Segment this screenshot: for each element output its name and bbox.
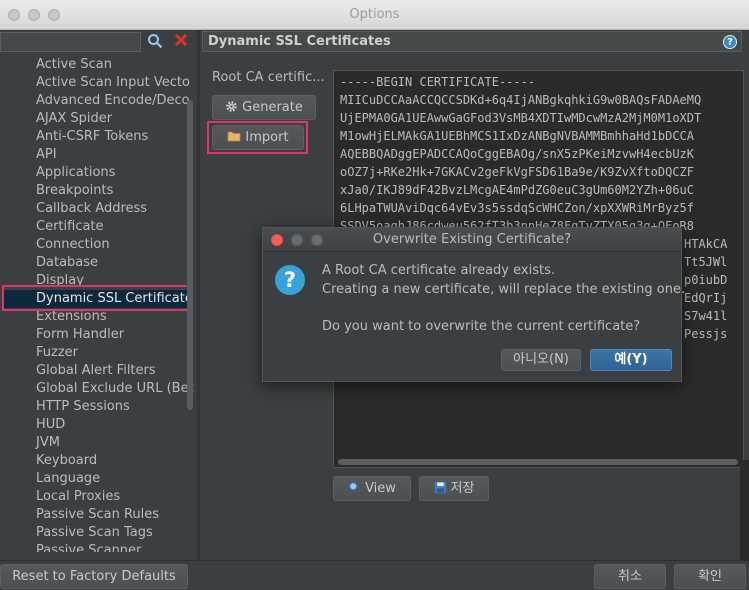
background-window-edge xyxy=(740,460,749,560)
save-label: 저장 xyxy=(450,481,475,496)
options-sidebar: Active Scan Active Scan Input Vecto Advanc… xyxy=(0,30,197,560)
sidebar-item[interactable]: HTTP Sessions xyxy=(36,398,130,416)
sidebar-item[interactable]: Active Scan xyxy=(36,56,112,74)
certificate-line: p0iubD xyxy=(684,273,728,287)
import-label: Import xyxy=(245,130,289,145)
selection-highlight-box xyxy=(2,285,190,311)
search-icon[interactable] xyxy=(146,33,164,51)
sidebar-item[interactable]: Callback Address xyxy=(36,200,147,218)
sidebar-item[interactable]: Active Scan Input Vecto xyxy=(36,74,190,92)
generate-label: Generate xyxy=(242,100,303,115)
dialog-message-line2: Creating a new certificate, will replace… xyxy=(322,282,686,297)
magnifier-icon xyxy=(348,477,361,500)
overwrite-dialog: Overwrite Existing Certificate? ? A Root… xyxy=(262,227,686,382)
certificate-line: oOZ7j+RKe2Hk+7GKACv2geFkVgFSD61Ba9e/K9Zv… xyxy=(340,165,695,179)
dialog-title: Overwrite Existing Certificate? xyxy=(372,232,572,247)
certificate-line: S7w41l xyxy=(684,309,728,323)
certificate-line: AQEBBQADggEPADCCAQoCggEBAOg/snX5zPKeiMzv… xyxy=(340,147,695,161)
sidebar-item[interactable]: JVM xyxy=(36,434,60,452)
sidebar-item[interactable]: Applications xyxy=(36,164,115,182)
certificate-line: HTAkCA xyxy=(684,237,728,251)
certificate-line: xJa0/IKJ89dF42BvzLMcgAE4mPdZG0euC3gUm60M… xyxy=(340,183,695,197)
save-button[interactable]: 저장 xyxy=(419,476,489,501)
no-button[interactable]: 아니오(N) xyxy=(501,349,581,371)
reset-defaults-button[interactable]: Reset to Factory Defaults xyxy=(0,564,188,589)
certificate-line: MIICuDCCAaACCQCCSDKd+6q4IjANBgkqhkiG9w0B… xyxy=(340,93,702,107)
sidebar-item[interactable]: Passive Scan Tags xyxy=(36,524,153,542)
sidebar-item[interactable]: Anti-CSRF Tokens xyxy=(36,128,148,146)
import-button[interactable]: Import xyxy=(212,125,304,150)
sidebar-item[interactable]: Breakpoints xyxy=(36,182,113,200)
certificate-line: M1owHjELMAkGA1UEBhMCS1IxDzANBgNVBAMMBmhh… xyxy=(340,129,695,143)
save-icon xyxy=(434,477,447,500)
sidebar-item[interactable]: Local Proxies xyxy=(36,488,120,506)
question-icon: ? xyxy=(275,265,305,295)
sidebar-item[interactable]: Passive Scan Rules xyxy=(36,506,159,524)
root-ca-label: Root CA certific... xyxy=(212,70,325,85)
sidebar-item[interactable]: Form Handler xyxy=(36,326,124,344)
certificate-line: EdQrIj xyxy=(684,291,728,305)
help-icon[interactable]: ? xyxy=(723,35,737,49)
view-button[interactable]: View xyxy=(333,476,411,501)
sidebar-item[interactable]: Passive Scanner xyxy=(36,542,141,552)
certificate-line: -----BEGIN CERTIFICATE----- xyxy=(340,75,536,89)
certificate-line: Pessjs xyxy=(684,327,728,341)
panel-header: Dynamic SSL Certificates ? xyxy=(202,31,742,52)
sidebar-item[interactable]: API xyxy=(36,146,57,164)
sidebar-item[interactable]: Global Alert Filters xyxy=(36,362,156,380)
sidebar-item[interactable]: Database xyxy=(36,254,98,272)
window-title: Options xyxy=(349,7,400,22)
sidebar-scrollbar[interactable] xyxy=(187,100,193,410)
cancel-button[interactable]: 취소 xyxy=(594,564,666,589)
gear-icon xyxy=(225,96,238,119)
sidebar-item[interactable]: Advanced Encode/Deco xyxy=(36,92,190,110)
folder-icon xyxy=(227,126,241,149)
sidebar-item[interactable]: Fuzzer xyxy=(36,344,78,362)
certificate-hscrollbar[interactable] xyxy=(338,459,738,465)
panel-title: Dynamic SSL Certificates xyxy=(208,34,391,49)
certificate-line: UjEPMA0GA1UEAwwGaGFod3VsMB4XDTIwMDcwMzA2… xyxy=(340,111,702,125)
sidebar-item[interactable]: HUD xyxy=(36,416,65,434)
certificate-line: 6LHpaTWUAviDqc64vEv3s5ssdqScWHCZon/xpXXW… xyxy=(340,201,695,215)
close-icon[interactable] xyxy=(172,32,190,52)
search-input[interactable] xyxy=(0,32,141,52)
view-label: View xyxy=(365,481,396,496)
sidebar-item[interactable]: Language xyxy=(36,470,100,488)
sidebar-item[interactable]: AJAX Spider xyxy=(36,110,112,128)
sidebar-item[interactable]: Connection xyxy=(36,236,110,254)
yes-button[interactable]: 예(Y) xyxy=(590,349,672,371)
generate-button[interactable]: Generate xyxy=(212,95,316,120)
sidebar-item[interactable]: Global Exclude URL (Bet xyxy=(36,380,194,398)
dialog-question: Do you want to overwrite the current cer… xyxy=(322,319,641,334)
dialog-message-line1: A Root CA certificate already exists. xyxy=(322,263,555,278)
certificate-line: Tt5JWl xyxy=(684,255,728,269)
window-titlebar: Options xyxy=(0,0,749,30)
dialog-titlebar: Overwrite Existing Certificate? xyxy=(263,228,681,252)
sidebar-item[interactable]: Keyboard xyxy=(36,452,97,470)
ok-button[interactable]: 확인 xyxy=(674,564,746,589)
sidebar-search xyxy=(0,30,197,55)
bottom-bar: Reset to Factory Defaults 취소 확인 xyxy=(0,560,749,590)
sidebar-item[interactable]: Certificate xyxy=(36,218,104,236)
